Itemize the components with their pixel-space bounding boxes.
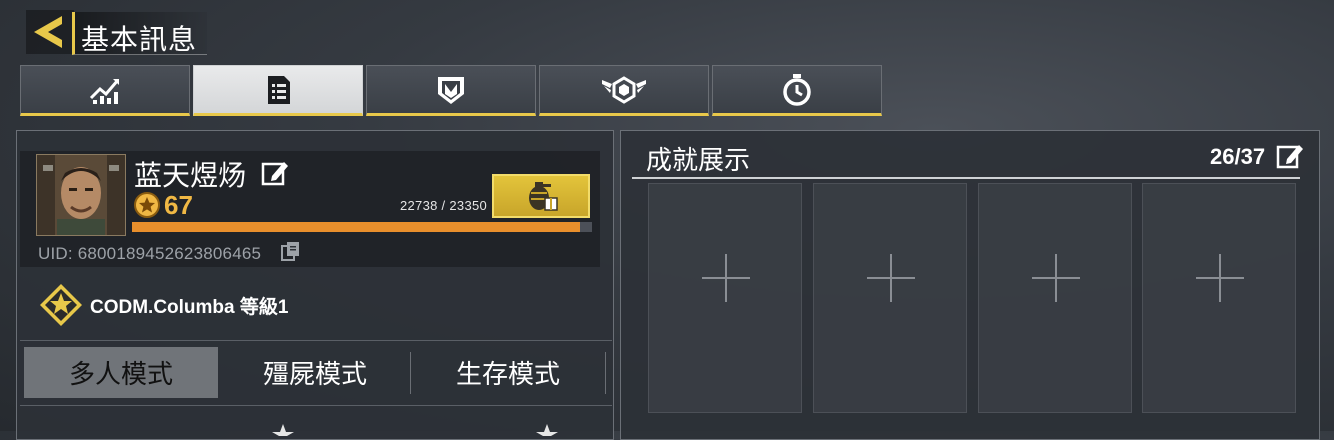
star-icon	[536, 424, 558, 436]
achievement-slot[interactable]	[648, 183, 802, 413]
achievement-slot[interactable]	[978, 183, 1132, 413]
copy-uid-button[interactable]	[280, 240, 302, 262]
achievements-title: 成就展示	[646, 146, 751, 176]
achievements-count: 26/37	[1210, 144, 1266, 169]
soldier-portrait-icon	[37, 155, 125, 235]
achievement-slot[interactable]	[1142, 183, 1296, 413]
mode-tab-multiplayer[interactable]: 多人模式	[24, 347, 218, 398]
document-list-icon	[268, 75, 290, 104]
mode-separator	[605, 352, 606, 394]
add-icon	[702, 254, 750, 302]
stopwatch-icon	[783, 73, 811, 106]
achievements-divider	[632, 177, 1300, 179]
back-arrow-icon	[26, 10, 74, 54]
player-level: 67	[164, 190, 193, 220]
edit-pencil-icon	[1276, 145, 1303, 169]
tab-timer[interactable]	[712, 65, 882, 116]
shield-emblem-icon	[438, 76, 464, 104]
xp-progress-fill	[132, 222, 581, 232]
tab-basic-info[interactable]	[193, 65, 363, 116]
edit-achievements-button[interactable]	[1276, 142, 1304, 170]
add-icon	[1196, 254, 1244, 302]
tab-stats[interactable]	[20, 65, 190, 116]
rank-label: CODM.Columba 等級1	[90, 297, 289, 318]
copy-icon	[281, 242, 299, 261]
player-name: 蓝天煜炀	[134, 159, 247, 192]
rank-badge	[38, 282, 84, 328]
achievement-slot[interactable]	[813, 183, 967, 413]
level-badge	[133, 191, 161, 219]
mode-tab-zombies[interactable]: 殭屍模式	[218, 347, 412, 398]
rank-star-icon	[40, 284, 82, 326]
divider	[20, 340, 612, 341]
add-icon	[1032, 254, 1080, 302]
avatar[interactable]	[36, 154, 126, 236]
winged-badge-icon	[602, 75, 646, 104]
edit-pencil-icon	[261, 162, 288, 186]
star-medal-icon	[134, 192, 160, 218]
tab-emblem[interactable]	[366, 65, 536, 116]
tab-rank[interactable]	[539, 65, 709, 116]
player-uid: UID: 6800189452623806465	[38, 244, 262, 263]
header-title-bar: 基本訊息	[72, 12, 207, 56]
grenade-gift-icon	[529, 182, 558, 211]
mode-tab-survival[interactable]: 生存模式	[411, 347, 605, 398]
star-icon	[272, 424, 294, 436]
back-button[interactable]	[26, 10, 74, 54]
stats-chart-icon	[89, 78, 120, 104]
xp-progress-bar	[132, 222, 592, 232]
xp-readout: 22738 / 23350	[400, 198, 488, 213]
add-icon	[867, 254, 915, 302]
divider	[20, 405, 612, 406]
gift-button[interactable]	[492, 174, 590, 218]
page-title: 基本訊息	[81, 23, 198, 56]
edit-name-button[interactable]	[260, 158, 290, 188]
